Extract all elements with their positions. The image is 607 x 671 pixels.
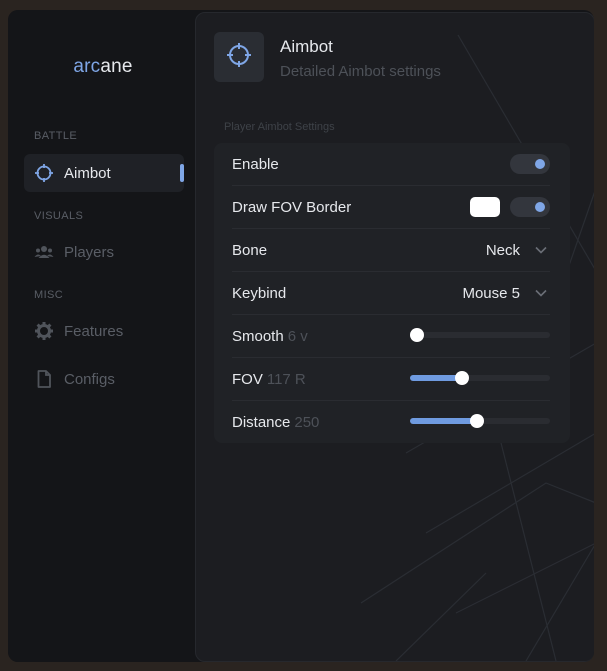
slider-thumb[interactable] [454, 371, 469, 385]
fov-border-color-swatch[interactable] [470, 197, 500, 217]
sidebar-item-configs[interactable]: Configs [24, 360, 184, 398]
gear-icon [34, 321, 54, 341]
slider-thumb[interactable] [470, 414, 485, 428]
fov-slider[interactable] [410, 371, 550, 385]
chevron-down-icon [535, 289, 547, 297]
chevron-down-icon [535, 246, 547, 254]
page-title: Aimbot [280, 37, 333, 56]
section-label-misc: MISC [34, 289, 64, 301]
smooth-slider[interactable] [410, 328, 550, 342]
slider-fill [410, 418, 478, 424]
setting-label: Bone [232, 241, 268, 259]
setting-row-bone: Bone Neck [232, 229, 550, 272]
sidebar-item-players[interactable]: Players [24, 233, 184, 271]
content-panel: Aimbot Detailed Aimbot settings Player A… [195, 12, 594, 662]
setting-label: FOV [232, 370, 263, 388]
page-subtitle: Detailed Aimbot settings [280, 63, 441, 80]
group-label: Player Aimbot Settings [224, 121, 335, 133]
setting-label: Smooth [232, 327, 284, 345]
sidebar-item-label: Aimbot [64, 164, 111, 182]
enable-toggle[interactable] [510, 154, 550, 174]
setting-label: Distance [232, 413, 291, 431]
crosshair-icon [34, 163, 54, 183]
users-icon [34, 242, 54, 262]
sidebar-item-label: Players [64, 243, 115, 261]
setting-row-distance: Distance 250 [232, 401, 550, 443]
setting-row-smooth: Smooth 6 v [232, 315, 550, 358]
bone-select[interactable]: Neck [486, 242, 550, 259]
settings-panel: Enable Draw FOV Border Bone Neck Keybind… [214, 143, 570, 443]
toggle-knob [535, 159, 545, 169]
header-icon-box [214, 32, 264, 82]
sidebar-item-features[interactable]: Features [24, 312, 184, 350]
section-label-battle: BATTLE [34, 130, 78, 142]
slider-thumb[interactable] [410, 328, 424, 342]
file-icon [34, 369, 54, 389]
brand-logo: arcane [73, 56, 133, 77]
setting-row-enable: Enable [232, 143, 550, 186]
setting-value: 117 R [266, 370, 306, 388]
setting-value: 250 [294, 413, 320, 431]
toggle-knob [535, 202, 545, 212]
setting-label: Keybind [232, 284, 287, 302]
section-label-visuals: VISUALS [34, 210, 84, 222]
setting-value: 6 v [287, 327, 308, 345]
setting-label: Draw FOV Border [232, 198, 352, 216]
sidebar: arcane BATTLE Aimbot VISUALS Players MIS… [8, 10, 195, 662]
sidebar-item-aimbot[interactable]: Aimbot [24, 154, 184, 192]
app-window: arcane BATTLE Aimbot VISUALS Players MIS… [8, 10, 594, 662]
crosshair-icon [225, 41, 253, 74]
sidebar-item-label: Configs [64, 370, 115, 388]
distance-slider[interactable] [410, 414, 550, 428]
draw-fov-border-toggle[interactable] [510, 197, 550, 217]
setting-row-fov: FOV 117 R [232, 358, 550, 401]
select-value: Neck [485, 241, 520, 259]
sidebar-item-label: Features [64, 322, 124, 340]
setting-row-draw-fov-border: Draw FOV Border [232, 186, 550, 229]
setting-label: Enable [232, 155, 279, 173]
setting-row-keybind: Keybind Mouse 5 [232, 272, 550, 315]
active-indicator [180, 164, 184, 182]
select-value: Mouse 5 [462, 284, 520, 302]
keybind-select[interactable]: Mouse 5 [462, 285, 550, 302]
